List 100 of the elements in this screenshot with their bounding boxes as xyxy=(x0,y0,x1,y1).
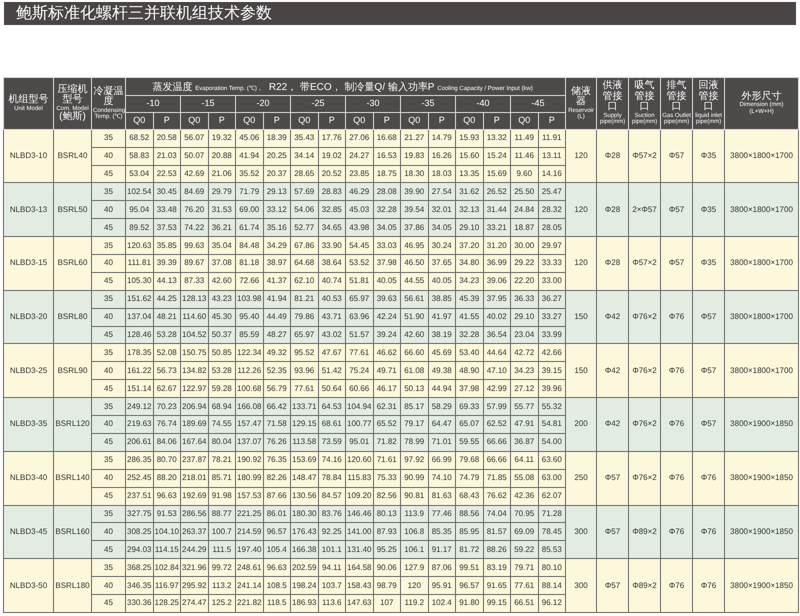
table-cell: 122.34 xyxy=(236,344,263,362)
table-cell: 96.63 xyxy=(263,558,290,577)
table-cell: 52.08 xyxy=(153,344,180,362)
table-cell: 44.94 xyxy=(428,380,456,398)
table-cell: 34.14 xyxy=(290,147,318,166)
table-cell: 3800×1900×1850 xyxy=(724,451,799,505)
table-cell: 45 xyxy=(92,326,126,344)
table-cell: 91.65 xyxy=(483,576,510,594)
table-cell: 36.54 xyxy=(483,326,510,344)
table-cell: 192.69 xyxy=(180,487,208,505)
table-cell: 84.57 xyxy=(318,487,346,505)
table-cell: 32.28 xyxy=(373,200,400,219)
table-cell: 68.43 xyxy=(456,487,483,505)
table-cell: 38.97 xyxy=(263,254,290,272)
table-cell: 69.33 xyxy=(456,398,483,416)
table-cell: 99.72 xyxy=(208,558,236,577)
table-cell: 49.38 xyxy=(428,362,456,380)
table-cell: 111.5 xyxy=(208,540,236,559)
table-cell: 55.08 xyxy=(510,469,538,488)
table-cell: NLBD3-45 xyxy=(4,505,54,559)
table-cell: 35.52 xyxy=(236,165,263,183)
table-cell: 29.10 xyxy=(510,308,538,326)
table-cell: BSRL140 xyxy=(54,451,92,505)
table-cell: 157.53 xyxy=(236,487,263,505)
table-cell: 87.06 xyxy=(428,558,456,577)
table-cell: 35 xyxy=(92,344,126,362)
table-cell: 81.21 xyxy=(290,290,318,308)
table-cell: 3800×1800×1700 xyxy=(724,129,799,183)
column-header: P xyxy=(428,112,456,130)
table-cell: 75.33 xyxy=(373,469,400,488)
table-cell: 48.27 xyxy=(263,326,290,344)
table-cell: 30.00 xyxy=(510,236,538,255)
table-cell: 42.72 xyxy=(510,344,538,362)
table-cell: 33.12 xyxy=(263,200,290,219)
table-cell: 74.04 xyxy=(483,505,510,523)
table-cell: 60.66 xyxy=(346,380,373,398)
table-cell: 84.48 xyxy=(236,236,263,255)
table-cell: 44.49 xyxy=(263,308,290,326)
table-cell: 42.36 xyxy=(510,487,538,505)
table-cell: 66.42 xyxy=(263,398,290,416)
column-header: Q0 xyxy=(180,112,208,130)
table-cell: 37.95 xyxy=(483,290,510,308)
column-header: Q0 xyxy=(510,112,538,130)
table-cell: 20.58 xyxy=(153,129,180,148)
table-cell: 71.61 xyxy=(373,451,400,470)
table-cell: 15.24 xyxy=(483,147,510,166)
table-cell: 68.61 xyxy=(318,416,346,434)
table-cell: Φ57×2 xyxy=(628,236,661,290)
table-cell: 198.24 xyxy=(290,576,318,594)
table-cell: 68.94 xyxy=(208,398,236,416)
table-cell: 78.21 xyxy=(208,451,236,470)
table-cell: 34.05 xyxy=(373,218,400,237)
table-cell: 27.12 xyxy=(510,380,538,398)
table-cell: 40.05 xyxy=(373,272,400,290)
table-cell: 70.23 xyxy=(153,398,180,416)
table-cell: 157.47 xyxy=(236,416,263,434)
table-cell: 88.26 xyxy=(483,540,510,559)
table-cell: 19.02 xyxy=(318,147,346,166)
table-cell: 44.13 xyxy=(153,272,180,290)
table-cell: 39.90 xyxy=(400,182,428,201)
table-cell: 19.32 xyxy=(208,129,236,148)
table-cell: 24.84 xyxy=(510,200,538,219)
table-cell: 20.37 xyxy=(263,165,290,183)
table-cell: 102.54 xyxy=(126,182,153,201)
table-cell: 59.22 xyxy=(510,540,538,559)
table-cell: 27.06 xyxy=(346,129,373,148)
table-cell: 33.90 xyxy=(318,236,346,255)
table-cell: 52.35 xyxy=(263,362,290,380)
table-cell: 95.52 xyxy=(290,344,318,362)
table-cell: Φ57 xyxy=(692,344,725,398)
table-cell: Φ35 xyxy=(692,182,725,237)
table-cell: 44.55 xyxy=(400,272,428,290)
table-cell: 45 xyxy=(92,540,126,559)
table-cell: 28.83 xyxy=(318,182,346,201)
table-cell: 31.53 xyxy=(208,200,236,219)
table-cell: 16.53 xyxy=(373,147,400,166)
table-cell: 39.06 xyxy=(483,272,510,290)
table-cell: 53.40 xyxy=(456,344,483,362)
table-cell: NLBD3-40 xyxy=(4,451,54,505)
table-cell: 180.30 xyxy=(290,505,318,523)
table-cell: 62.52 xyxy=(483,416,510,434)
table-cell: 80.13 xyxy=(373,505,400,523)
table-cell: 50.37 xyxy=(208,326,236,344)
table-cell: 3800×1800×1700 xyxy=(724,344,799,398)
table-cell: Φ35 xyxy=(692,236,725,290)
table-cell: NLBD3-10 xyxy=(4,129,54,183)
table-cell: 41.37 xyxy=(263,272,290,290)
table-cell: 21.03 xyxy=(153,147,180,166)
table-cell: 80.04 xyxy=(208,433,236,452)
table-cell: 263.37 xyxy=(180,522,208,541)
table-cell: 54.06 xyxy=(290,200,318,219)
table-cell: 45 xyxy=(92,272,126,290)
table-cell: 29.22 xyxy=(510,254,538,272)
table-cell: 45.06 xyxy=(236,129,263,148)
table-cell: 40 xyxy=(92,147,126,166)
table-cell: 85.35 xyxy=(428,522,456,541)
table-cell: 274.47 xyxy=(180,594,208,612)
table-cell: 48.21 xyxy=(153,308,180,326)
table-cell: 321.96 xyxy=(180,558,208,577)
table-cell: 148.47 xyxy=(290,469,318,488)
